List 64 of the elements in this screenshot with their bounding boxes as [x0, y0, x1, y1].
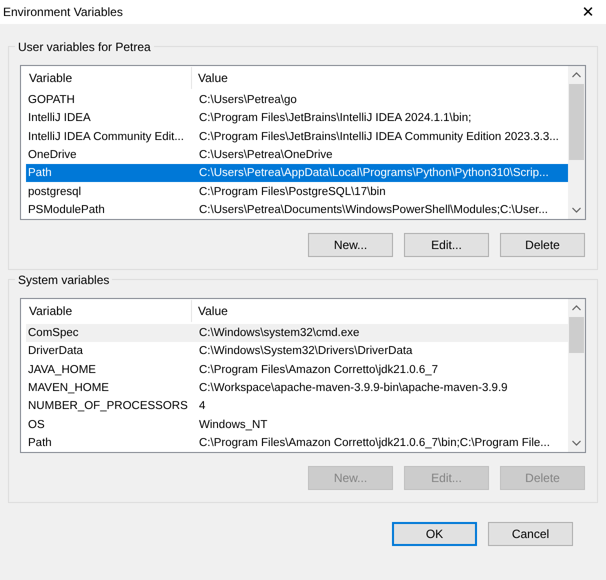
cancel-button[interactable]: Cancel: [488, 522, 573, 546]
variable-value: C:\Windows\system32\cmd.exe: [198, 327, 360, 340]
action-button[interactable]: Edit...: [404, 233, 489, 257]
variable-value: C:\Users\Petrea\AppData\Local\Programs\Python\Python310\Scrip...: [198, 167, 550, 180]
variable-name: postgresql: [27, 186, 82, 198]
variable-value: C:\Workspace\apache-maven-3.9.9-bin\apache-maven-3.9.9: [198, 382, 509, 394]
scroll-down-icon[interactable]: [572, 440, 581, 446]
variable-value: C:\Windows\System32\Drivers\DriverData: [198, 345, 414, 358]
scroll-up-icon[interactable]: [572, 305, 581, 311]
window-title: Environment Variables: [3, 5, 123, 19]
action-button[interactable]: New...: [308, 233, 393, 257]
variable-name: NUMBER_OF_PROCESSORS: [27, 400, 189, 412]
variable-name: ComSpec: [27, 327, 80, 340]
variable-name: Path: [27, 167, 53, 180]
variable-row[interactable]: postgresql C:\Program Files\PostgreSQL\17\bin: [26, 182, 568, 201]
column-header[interactable]: Variable: [21, 300, 192, 322]
variables-list[interactable]: [20, 298, 586, 453]
variable-row[interactable]: OS Windows_NT: [26, 415, 568, 434]
group-title: System variables: [15, 272, 112, 288]
variable-name: GOPATH: [27, 94, 76, 106]
variable-value: C:\Program Files\Amazon Corretto\jdk21.0.6_7: [198, 364, 440, 376]
variable-row[interactable]: GOPATH C:\Users\Petrea\go: [26, 91, 568, 110]
variable-row[interactable]: Path C:\Users\Petrea\AppData\Local\Programs\Python\Python310\Scrip...: [26, 164, 568, 182]
variable-name: Path: [27, 436, 53, 449]
column-header[interactable]: Variable: [21, 67, 192, 89]
variable-row[interactable]: NUMBER_OF_PROCESSORS 4: [26, 397, 568, 416]
variable-name: DriverData: [27, 345, 84, 358]
scroll-up-icon[interactable]: [572, 72, 581, 78]
variable-name: IntelliJ IDEA Community Edit...: [27, 130, 185, 143]
ok-button[interactable]: OK: [392, 522, 477, 546]
variable-name: PSModulePath: [27, 204, 106, 216]
variables-list[interactable]: [20, 65, 586, 220]
variable-row[interactable]: ComSpec C:\Windows\system32\cmd.exe: [26, 324, 568, 342]
column-header[interactable]: Value: [192, 300, 568, 322]
scroll-thumb[interactable]: [569, 84, 584, 160]
variable-value: C:\Program Files\JetBrains\IntelliJ IDEA 2024.1.1\bin;: [198, 112, 472, 124]
variable-value: C:\Users\Petrea\OneDrive: [198, 148, 334, 161]
variable-value: Windows_NT: [198, 418, 268, 431]
variable-row[interactable]: JAVA_HOME C:\Program Files\Amazon Corretto\jdk21.0.6_7: [26, 360, 568, 379]
variable-name: OS: [27, 418, 46, 431]
variable-name: JAVA_HOME: [27, 364, 97, 376]
variable-row[interactable]: PSModulePath C:\Users\Petrea\Documents\WindowsPowerShell\Modules;C:\User...: [26, 200, 568, 219]
variable-row[interactable]: IntelliJ IDEA Community Edit... C:\Program Files\JetBrains\IntelliJ IDEA Community Edition 2023.3.3...: [26, 128, 568, 146]
variable-value: C:\Program Files\Amazon Corretto\jdk21.0.6_7\bin;C:\Program File...: [198, 436, 551, 449]
variable-row[interactable]: DriverData C:\Windows\System32\Drivers\DriverData: [26, 342, 568, 361]
variable-name: IntelliJ IDEA: [27, 112, 92, 124]
scroll-down-icon[interactable]: [572, 207, 581, 213]
scrollbar[interactable]: [568, 299, 585, 452]
variable-value: 4: [198, 400, 206, 412]
column-header[interactable]: Value: [192, 67, 568, 89]
scroll-thumb[interactable]: [569, 317, 584, 353]
variable-value: C:\Users\Petrea\go: [198, 94, 298, 106]
scrollbar[interactable]: [568, 66, 585, 219]
variable-row[interactable]: IntelliJ IDEA C:\Program Files\JetBrains\IntelliJ IDEA 2024.1.1\bin;: [26, 109, 568, 128]
variable-row[interactable]: MAVEN_HOME C:\Workspace\apache-maven-3.9.9-bin\apache-maven-3.9.9: [26, 378, 568, 398]
variable-value: C:\Program Files\PostgreSQL\17\bin: [198, 186, 387, 198]
close-button[interactable]: ✕: [570, 0, 606, 24]
variable-name: MAVEN_HOME: [27, 382, 110, 394]
variable-name: OneDrive: [27, 148, 78, 161]
action-button[interactable]: Delete: [500, 233, 585, 257]
variable-row[interactable]: OneDrive C:\Users\Petrea\OneDrive: [26, 146, 568, 164]
variable-value: C:\Users\Petrea\Documents\WindowsPowerShell\Modules;C:\User...: [198, 204, 549, 216]
variable-row[interactable]: Path C:\Program Files\Amazon Corretto\jdk21.0.6_7\bin;C:\Program File...: [26, 434, 568, 452]
variable-value: C:\Program Files\JetBrains\IntelliJ IDEA Community Edition 2023.3.3...: [198, 130, 560, 143]
